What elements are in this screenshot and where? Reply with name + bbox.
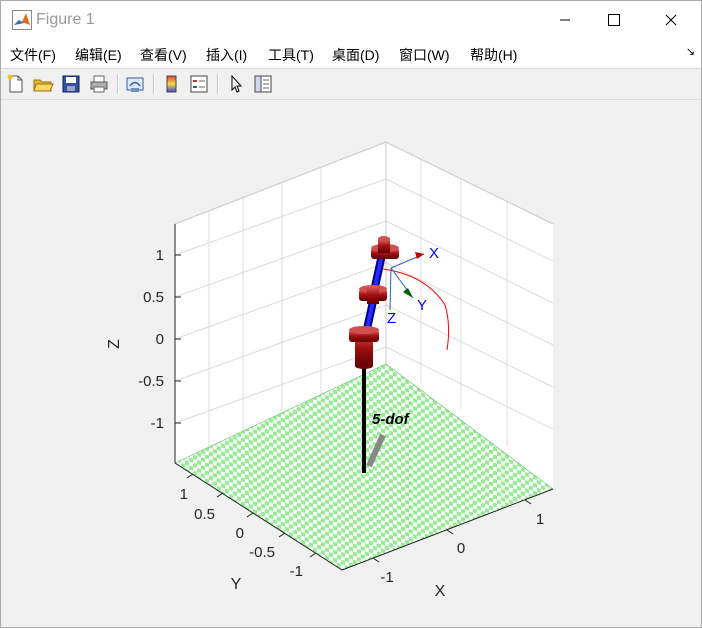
frame-y-label: Y <box>417 297 427 314</box>
menu-desktop[interactable]: 桌面(D) <box>332 45 379 65</box>
y-tick-label: 1 <box>180 486 188 503</box>
menu-help[interactable]: 帮助(H) <box>470 45 517 65</box>
frame-x-label: X <box>429 245 439 262</box>
link-plot-icon[interactable] <box>124 73 146 95</box>
z-tick-label: 0.5 <box>143 289 164 306</box>
y-tick-label: 0.5 <box>194 506 215 523</box>
toolbar-separator <box>117 74 119 94</box>
menu-bar: 文件(F) 编辑(E) 查看(V) 插入(I) 工具(T) 桌面(D) 窗口(W… <box>1 38 701 69</box>
save-icon[interactable] <box>60 73 82 95</box>
y-axis-label: Y <box>231 576 242 593</box>
z-tick-label: -1 <box>151 415 164 432</box>
minimize-button[interactable] <box>542 1 588 38</box>
open-file-icon[interactable] <box>32 73 54 95</box>
figure-window: Figure 1 文件(F) 编辑(E) 查看(V) 插入(I) 工具(T) 桌… <box>0 0 702 628</box>
menu-edit[interactable]: 编辑(E) <box>75 45 122 65</box>
x-tick-label: 0 <box>457 540 465 557</box>
maximize-button[interactable] <box>591 1 637 38</box>
menu-window[interactable]: 窗口(W) <box>399 45 450 65</box>
maximize-icon <box>608 13 620 26</box>
frame-z-label: Z <box>387 310 396 327</box>
menu-file[interactable]: 文件(F) <box>10 45 56 65</box>
matlab-logo-icon <box>12 10 32 30</box>
window-title: Figure 1 <box>36 11 95 28</box>
legend-icon[interactable] <box>188 73 210 95</box>
print-icon[interactable] <box>88 73 110 95</box>
select-pointer-icon[interactable] <box>225 73 247 95</box>
x-tick-label: -1 <box>380 569 393 586</box>
menu-view[interactable]: 查看(V) <box>140 45 187 65</box>
new-figure-icon[interactable] <box>5 73 27 95</box>
z-tick-label: 0 <box>156 331 164 348</box>
minimize-icon <box>560 19 570 20</box>
property-inspector-icon[interactable] <box>252 73 274 95</box>
z-tick-label: -0.5 <box>138 373 164 390</box>
robot-3d-plot[interactable]: 1 0.5 0 -0.5 -1 Z 1 0.5 0 -0.5 -1 Y 1 0 … <box>1 100 701 627</box>
x-tick-label: 1 <box>536 511 544 528</box>
y-tick-label: -1 <box>290 563 303 580</box>
close-icon <box>665 14 677 25</box>
figure-canvas: 1 0.5 0 -0.5 -1 Z 1 0.5 0 -0.5 -1 Y 1 0 … <box>1 100 701 627</box>
z-tick-label: 1 <box>156 247 164 264</box>
z-axis-label: Z <box>106 339 123 349</box>
toolbar-separator <box>217 74 219 94</box>
x-axis-label: X <box>435 583 446 600</box>
colorbar-icon[interactable] <box>161 73 183 95</box>
title-bar: Figure 1 <box>1 1 701 38</box>
close-button[interactable] <box>648 1 694 38</box>
menu-insert[interactable]: 插入(I) <box>206 45 247 65</box>
toolbar-separator <box>153 74 155 94</box>
y-tick-label: 0 <box>236 525 244 542</box>
robot-name-label: 5-dof <box>372 411 411 428</box>
menu-tools[interactable]: 工具(T) <box>268 45 314 65</box>
toolbar <box>1 69 701 100</box>
y-tick-label: -0.5 <box>249 544 275 561</box>
undock-arrow-icon[interactable]: ↘ <box>686 45 695 58</box>
